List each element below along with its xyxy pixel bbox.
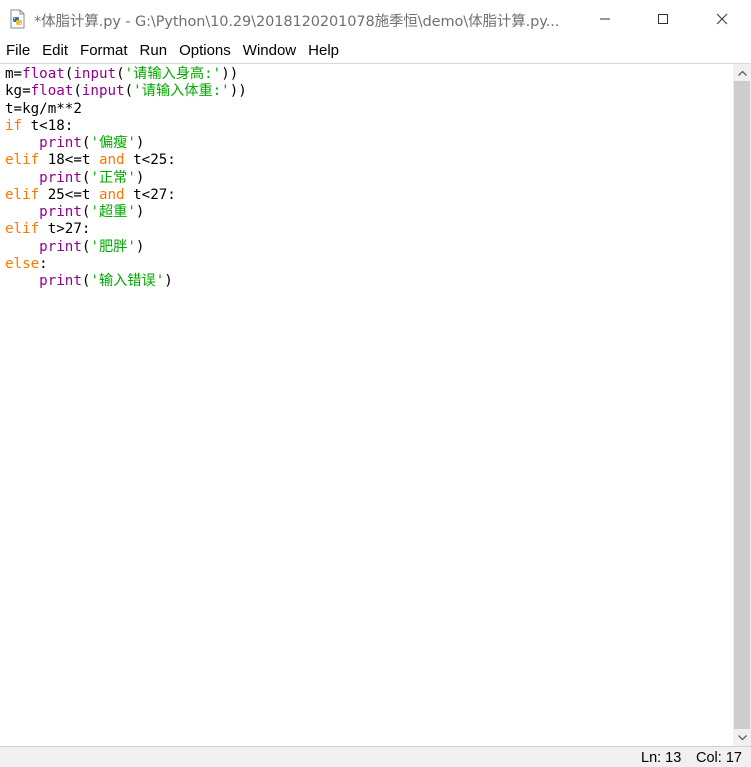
code-token: and (98, 152, 125, 169)
status-line-number: Ln: 13 (641, 750, 682, 766)
maximize-button[interactable] (634, 0, 692, 38)
scroll-down-button[interactable] (733, 729, 751, 746)
code-line[interactable]: print('肥胖') (5, 239, 144, 256)
code-token: float (30, 83, 74, 100)
close-icon (716, 13, 728, 25)
menu-window[interactable]: Window (237, 39, 302, 63)
code-line[interactable]: elif 25<=t and t<27: (5, 187, 176, 204)
menu-format[interactable]: Format (74, 39, 134, 63)
code-token: ) (135, 238, 145, 255)
code-token: '超重' (90, 204, 136, 220)
code-token: t=kg/m**2 (5, 100, 82, 117)
code-line[interactable]: t=kg/m**2 (5, 101, 82, 118)
code-line[interactable]: else: (5, 256, 48, 273)
code-token: '输入错误' (90, 273, 165, 289)
code-token: print (39, 238, 82, 255)
code-token: )) (229, 83, 247, 100)
code-token: ( (116, 66, 125, 82)
code-token: print (39, 169, 82, 186)
scroll-up-button[interactable] (733, 64, 751, 81)
code-token: kg= (5, 83, 31, 100)
code-line[interactable]: print('输入错误') (5, 273, 173, 290)
code-token: print (39, 273, 82, 289)
menu-run[interactable]: Run (134, 39, 174, 63)
status-column-number: Col: 17 (696, 750, 742, 766)
code-line[interactable]: if t<18: (5, 118, 73, 135)
code-token: '偏瘦' (90, 135, 136, 151)
code-token: ( (73, 83, 82, 100)
code-token: '正常' (90, 169, 136, 186)
menu-file[interactable]: File (0, 39, 36, 63)
code-token: t>27: (39, 221, 91, 238)
code-token: '请输入体重:' (133, 83, 230, 100)
code-editor[interactable]: m=float(input('请输入身高:')) kg=float(input('… (0, 64, 733, 746)
menu-edit[interactable]: Edit (36, 39, 74, 63)
code-line[interactable]: m=float(input('请输入身高:')) (5, 66, 238, 83)
code-token: '请输入身高:' (124, 66, 222, 82)
code-token: input (73, 66, 117, 82)
chevron-down-icon (737, 734, 747, 740)
code-token: 25<=t (39, 186, 99, 203)
menu-help[interactable]: Help (302, 39, 345, 63)
scrollbar-thumb[interactable] (734, 81, 750, 729)
code-token: if (5, 117, 23, 134)
code-token: ) (135, 204, 145, 220)
python-file-icon (8, 9, 28, 29)
code-token: elif (5, 186, 40, 203)
close-button[interactable] (693, 0, 751, 38)
code-token: and (98, 186, 125, 203)
code-token: elif (5, 152, 40, 169)
code-token: '肥胖' (90, 238, 136, 255)
window-title: *体脂计算.py - G:\Python\10.29\2018120201078… (34, 14, 560, 30)
code-token: ) (135, 169, 145, 186)
code-token: float (22, 66, 65, 82)
code-token: 18<=t (39, 152, 99, 169)
code-token: input (81, 83, 125, 100)
minimize-icon (600, 18, 610, 20)
code-token: ) (135, 135, 145, 151)
code-token: print (39, 204, 82, 220)
menu-bar: File Edit Format Run Options Window Help (0, 39, 751, 63)
chevron-up-icon (737, 70, 747, 76)
status-bar: Ln: 13 Col: 17 (0, 746, 751, 767)
code-token: print (39, 135, 82, 151)
code-line[interactable]: elif t>27: (5, 221, 90, 238)
code-line[interactable]: print('正常') (5, 170, 144, 187)
code-token: elif (5, 221, 40, 238)
code-token: m= (5, 66, 23, 82)
code-token: t<18: (22, 117, 74, 134)
code-token: t<25: (124, 152, 176, 169)
vertical-scrollbar[interactable] (733, 64, 751, 746)
maximize-icon (658, 14, 668, 24)
title-bar[interactable]: *体脂计算.py - G:\Python\10.29\2018120201078… (0, 0, 751, 38)
code-token: ( (124, 83, 134, 100)
code-token: ) (164, 273, 173, 289)
code-token: : (39, 255, 48, 272)
minimize-button[interactable] (576, 0, 634, 38)
code-line[interactable]: print('偏瘦') (5, 135, 144, 152)
menu-options[interactable]: Options (173, 39, 237, 63)
code-line[interactable]: elif 18<=t and t<25: (5, 152, 176, 169)
code-token: )) (221, 66, 239, 82)
code-line[interactable]: kg=float(input('请输入体重:')) (5, 83, 247, 100)
code-line[interactable]: print('超重') (5, 204, 144, 221)
code-token: t<27: (124, 186, 176, 203)
code-token: else (5, 255, 40, 272)
